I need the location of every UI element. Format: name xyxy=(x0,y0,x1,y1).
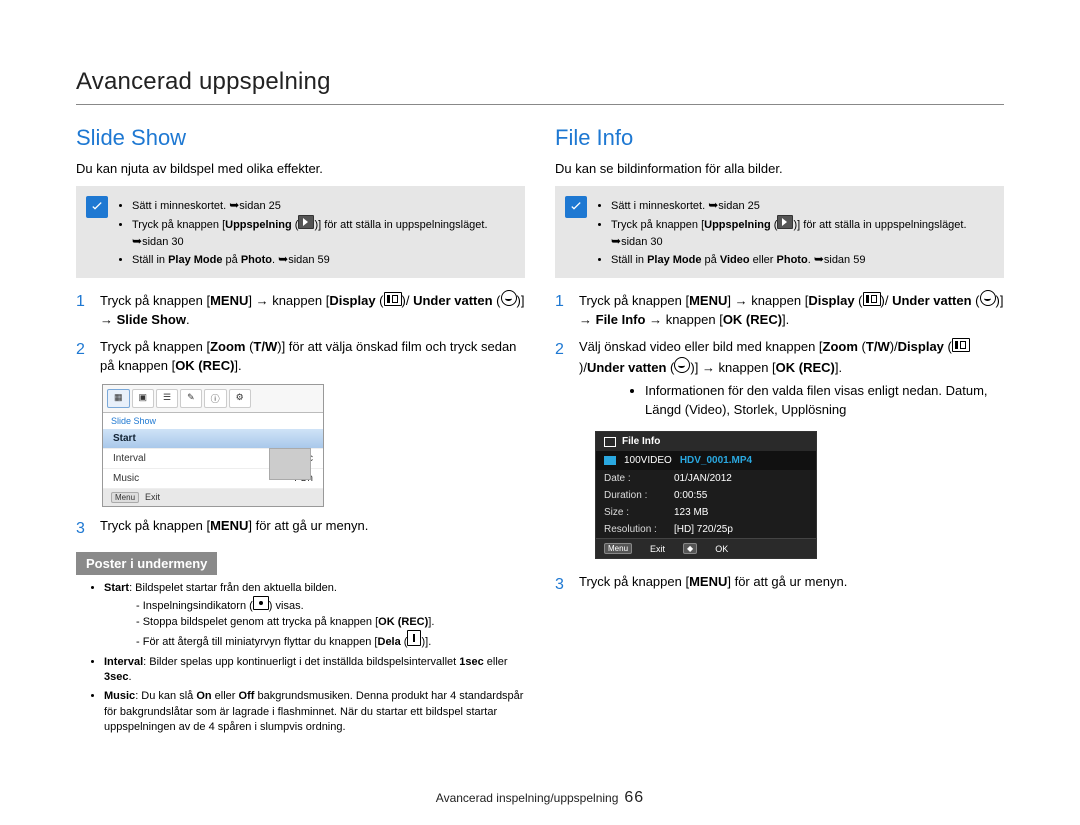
device-row-start: Start xyxy=(103,429,323,449)
playback-icon xyxy=(298,215,314,229)
note-item: Ställ in Play Mode på Video eller Photo.… xyxy=(611,251,992,268)
note-item: Ställ in Play Mode på Photo. sidan 59 xyxy=(132,251,513,268)
check-icon xyxy=(86,196,108,218)
device-screenshot-fileinfo: File Info 100VIDEOHDV_0001.MP4 Date :01/… xyxy=(595,431,817,559)
submenu-header: Poster i undermeny xyxy=(76,552,217,575)
note-box-left: Sätt i minneskortet. sidan 25 Tryck på k… xyxy=(76,186,525,278)
page-title: Avancerad uppspelning xyxy=(76,68,1004,96)
submenu-list: Start: Bildspelet startar från den aktue… xyxy=(76,581,525,736)
horizontal-rule xyxy=(76,104,1004,105)
page-footer: Avancerad inspelning/uppspelning66 xyxy=(0,789,1080,807)
playback-icon xyxy=(777,215,793,229)
underwater-icon xyxy=(674,357,690,373)
device-screenshot-slideshow: ▦▣☰✎ⓘ⚙ Slide Show Start Interval: 1Sec M… xyxy=(102,384,324,507)
info-bullet: Informationen för den valda filen visas … xyxy=(645,382,1004,420)
display-icon xyxy=(863,292,881,306)
display-icon xyxy=(952,338,970,352)
step-1-left: 1 Tryck på knappen [MENU] → knappen [Dis… xyxy=(76,290,525,330)
device-thumbnail xyxy=(269,448,311,480)
folder-icon xyxy=(604,456,616,465)
file-info-heading: File Info xyxy=(555,125,1004,151)
display-icon xyxy=(384,292,402,306)
device-breadcrumb: Slide Show xyxy=(103,413,323,429)
step-1-right: 1 Tryck på knappen [MENU] → knappen [Dis… xyxy=(555,290,1004,330)
step-3-right: 3 Tryck på knappen [MENU] för att gå ur … xyxy=(555,573,1004,596)
note-item: Tryck på knappen [Uppspelning ()] för at… xyxy=(611,215,992,250)
underwater-icon xyxy=(501,290,517,306)
note-item: Tryck på knappen [Uppspelning ()] för at… xyxy=(132,215,513,250)
step-2-right: 2 Välj önskad video eller bild med knapp… xyxy=(555,338,1004,423)
left-column: Slide Show Du kan njuta av bildspel med … xyxy=(76,123,525,739)
share-icon xyxy=(407,630,421,646)
step-2-left: 2 Tryck på knappen [Zoom (T/W)] för att … xyxy=(76,338,525,376)
slide-show-heading: Slide Show xyxy=(76,125,525,151)
step-3-left: 3 Tryck på knappen [MENU] för att gå ur … xyxy=(76,517,525,540)
note-box-right: Sätt i minneskortet. sidan 25 Tryck på k… xyxy=(555,186,1004,278)
check-icon xyxy=(565,196,587,218)
note-item: Sätt i minneskortet. sidan 25 xyxy=(132,197,513,214)
slide-show-intro: Du kan njuta av bildspel med olika effek… xyxy=(76,161,525,176)
underwater-icon xyxy=(980,290,996,306)
file-info-intro: Du kan se bildinformation för alla bilde… xyxy=(555,161,1004,176)
record-indicator-icon xyxy=(253,596,269,610)
note-item: Sätt i minneskortet. sidan 25 xyxy=(611,197,992,214)
right-column: File Info Du kan se bildinformation för … xyxy=(555,123,1004,739)
